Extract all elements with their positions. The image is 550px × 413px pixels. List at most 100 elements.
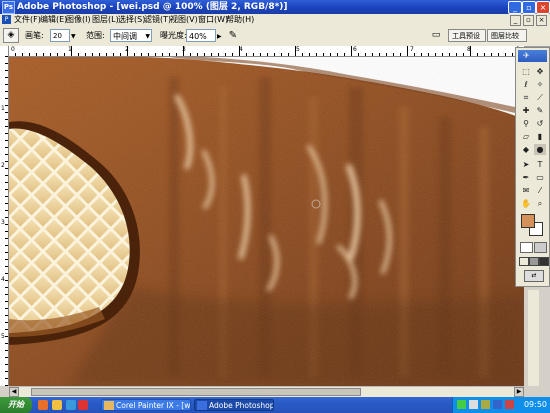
- ruler-tick: [36, 53, 37, 56]
- ruler-tick: [5, 91, 8, 92]
- dodge-tool-icon[interactable]: ●: [534, 144, 546, 155]
- clock: 09:50: [523, 400, 547, 409]
- ruler-tick: [498, 53, 499, 56]
- tool-preset-picker[interactable]: ◈: [3, 28, 19, 43]
- ruler-tick: [43, 53, 44, 56]
- menu-select[interactable]: 选择(S): [118, 14, 145, 26]
- range-select[interactable]: 中间调 ▼: [110, 29, 152, 42]
- chevron-down-icon[interactable]: ▼: [71, 33, 76, 40]
- brush-size-picker[interactable]: 20: [50, 29, 70, 42]
- notes-tool-icon[interactable]: ✉: [520, 185, 532, 196]
- ruler-tick: [78, 53, 79, 56]
- magic-wand-tool-icon[interactable]: ✧: [534, 79, 546, 90]
- document-icon[interactable]: P: [2, 15, 11, 24]
- doc-restore-button[interactable]: ▫: [523, 15, 534, 26]
- quick-launch-icon[interactable]: [78, 400, 88, 410]
- close-button[interactable]: ×: [536, 1, 550, 14]
- ruler-tick: [22, 53, 23, 56]
- toolbox-header[interactable]: ✈: [518, 50, 547, 62]
- menu-file[interactable]: 文件(F): [14, 14, 41, 26]
- taskbar-item-painter[interactable]: Corel Painter IX - [wei.ps...: [101, 399, 191, 411]
- menu-filter[interactable]: 滤镜(T): [144, 14, 171, 26]
- tab-layer-comps[interactable]: 图层比较: [487, 29, 527, 42]
- marquee-tool-icon[interactable]: ⬚: [520, 66, 532, 77]
- move-tool-icon[interactable]: ✥: [534, 66, 546, 77]
- crop-tool-icon[interactable]: ⌗: [520, 92, 532, 103]
- ruler-tick: [29, 53, 30, 56]
- chevron-down-icon[interactable]: ▶: [217, 33, 222, 40]
- ruler-tick: [211, 53, 212, 56]
- palette-well-icon[interactable]: ▭: [430, 29, 442, 42]
- history-brush-tool-icon[interactable]: ↺: [534, 118, 546, 129]
- exposure-input[interactable]: 40%: [186, 29, 216, 42]
- ruler-tick: [5, 252, 8, 253]
- ruler-tick: [435, 53, 436, 56]
- shape-tool-icon[interactable]: ▭: [534, 172, 546, 183]
- menu-layer[interactable]: 图层(L): [92, 14, 119, 26]
- eyedropper-tool-icon[interactable]: ⁄: [534, 185, 546, 196]
- menu-view[interactable]: 视图(V): [170, 14, 198, 26]
- pen-tool-icon[interactable]: ✒: [520, 172, 532, 183]
- healing-brush-tool-icon[interactable]: ✚: [520, 105, 532, 116]
- scroll-thumb[interactable]: [31, 388, 361, 396]
- ruler-tick: [379, 53, 380, 56]
- gradient-tool-icon[interactable]: ▮: [534, 131, 546, 142]
- standard-mode-icon[interactable]: [520, 242, 533, 253]
- screen-mode-full-icon[interactable]: [539, 257, 549, 266]
- tab-tool-presets[interactable]: 工具预设: [448, 29, 486, 42]
- quick-launch-icon[interactable]: [66, 400, 76, 410]
- ruler-tick: [5, 154, 8, 155]
- menu-help[interactable]: 帮助(H): [226, 14, 254, 26]
- jump-to-imageready-icon[interactable]: ⇄: [524, 270, 544, 282]
- scroll-left-button[interactable]: ◀: [9, 387, 19, 397]
- screen-mode-standard-icon[interactable]: [519, 257, 529, 266]
- type-tool-icon[interactable]: T: [534, 159, 546, 170]
- menu-window[interactable]: 窗口(W): [198, 14, 228, 26]
- taskbar-item-painter-label: Corel Painter IX - [wei.ps...: [116, 401, 191, 410]
- doc-close-button[interactable]: ×: [536, 15, 547, 26]
- network-icon[interactable]: [457, 400, 466, 409]
- document-canvas[interactable]: [9, 57, 524, 386]
- ruler-tick: [267, 53, 268, 56]
- ruler-tick: [5, 364, 8, 365]
- brush-tool-icon[interactable]: ✎: [534, 105, 546, 116]
- tray-icon[interactable]: [481, 400, 490, 409]
- tray-icon[interactable]: [469, 400, 478, 409]
- quick-mask-icon[interactable]: [534, 242, 547, 253]
- tray-icon[interactable]: [505, 400, 514, 409]
- quick-launch-icon[interactable]: [38, 400, 48, 410]
- blur-tool-icon[interactable]: ◆: [520, 144, 532, 155]
- start-button[interactable]: 开始: [0, 397, 32, 413]
- ruler-label: 5: [1, 333, 5, 340]
- ruler-tick: [400, 53, 401, 56]
- ruler-tick: [5, 385, 8, 386]
- path-selection-tool-icon[interactable]: ➤: [520, 159, 532, 170]
- quick-launch-icon[interactable]: [52, 400, 62, 410]
- lasso-tool-icon[interactable]: ℓ: [520, 79, 532, 90]
- airbrush-icon[interactable]: ✎: [226, 29, 240, 42]
- minimize-button[interactable]: _: [508, 1, 522, 14]
- ruler-tick: [92, 53, 93, 56]
- hand-tool-icon[interactable]: ✋: [520, 198, 532, 209]
- maximize-button[interactable]: ▫: [522, 1, 536, 14]
- ruler-tick: [414, 53, 415, 56]
- screen-mode-menu-icon[interactable]: [529, 257, 539, 266]
- menu-image[interactable]: 图像(I): [66, 14, 91, 26]
- zoom-tool-icon[interactable]: ⌕: [534, 198, 546, 209]
- start-button-label: 开始: [8, 400, 24, 409]
- foreground-color-swatch[interactable]: [521, 214, 535, 228]
- ruler-tick: [351, 46, 352, 56]
- slice-tool-icon[interactable]: ⟋: [534, 92, 546, 103]
- doc-minimize-button[interactable]: _: [510, 15, 521, 26]
- ruler-label: 6: [353, 46, 357, 53]
- menu-bar: P 文件(F) 编辑(E) 图像(I) 图层(L) 选择(S) 滤镜(T) 视图…: [0, 14, 550, 26]
- eraser-tool-icon[interactable]: ▱: [520, 131, 532, 142]
- menu-edit[interactable]: 编辑(E): [40, 14, 67, 26]
- tray-icon[interactable]: [493, 400, 502, 409]
- ruler-tick: [5, 329, 8, 330]
- ruler-tick: [365, 53, 366, 56]
- vertical-scrollbar[interactable]: [528, 290, 539, 386]
- clone-stamp-tool-icon[interactable]: ⚲: [520, 118, 532, 129]
- scroll-right-button[interactable]: ▶: [514, 387, 524, 397]
- taskbar-item-photoshop[interactable]: Adobe Photoshop - [wei...: [194, 399, 274, 411]
